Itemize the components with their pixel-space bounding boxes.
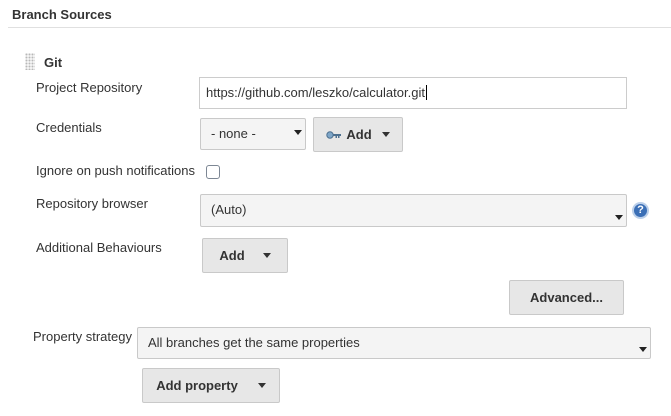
additional-behaviours-add-label: Add	[219, 248, 245, 263]
chevron-down-icon	[615, 215, 623, 220]
add-property-label: Add property	[156, 378, 238, 393]
additional-behaviours-add-button[interactable]: Add	[202, 238, 288, 273]
help-icon[interactable]: ?	[632, 202, 649, 219]
ignore-on-push-checkbox[interactable]	[206, 165, 220, 179]
key-icon	[326, 130, 342, 139]
property-strategy-label: Property strategy	[33, 329, 132, 344]
caret-down-icon	[262, 253, 271, 258]
project-repository-label: Project Repository	[36, 80, 143, 95]
chevron-down-icon	[294, 130, 302, 135]
advanced-button[interactable]: Advanced...	[509, 280, 624, 315]
repository-browser-select[interactable]: (Auto)	[200, 194, 627, 227]
credentials-select[interactable]: - none -	[200, 118, 306, 150]
credentials-add-button[interactable]: Add	[313, 117, 403, 152]
credentials-selected-value: - none -	[211, 126, 256, 141]
ignore-on-push-label: Ignore on push notifications	[36, 163, 195, 178]
caret-down-icon	[381, 132, 390, 137]
credentials-add-label: Add	[346, 127, 372, 142]
project-repository-input[interactable]: https://github.com/leszko/calculator.git	[199, 77, 627, 109]
credentials-label: Credentials	[36, 120, 102, 135]
add-property-button[interactable]: Add property	[142, 368, 280, 403]
caret-down-icon	[257, 383, 266, 388]
text-cursor	[425, 85, 427, 100]
drag-handle[interactable]	[25, 53, 35, 70]
section-title: Branch Sources	[12, 7, 112, 22]
property-strategy-selected-value: All branches get the same properties	[148, 335, 360, 350]
source-type-label: Git	[44, 55, 63, 70]
chevron-down-icon	[639, 347, 647, 352]
repository-browser-selected-value: (Auto)	[211, 202, 247, 217]
property-strategy-select[interactable]: All branches get the same properties	[137, 327, 651, 359]
additional-behaviours-label: Additional Behaviours	[36, 240, 162, 255]
repository-browser-label: Repository browser	[36, 196, 148, 211]
project-repository-value: https://github.com/leszko/calculator.git	[206, 85, 425, 100]
section-divider	[8, 27, 671, 28]
